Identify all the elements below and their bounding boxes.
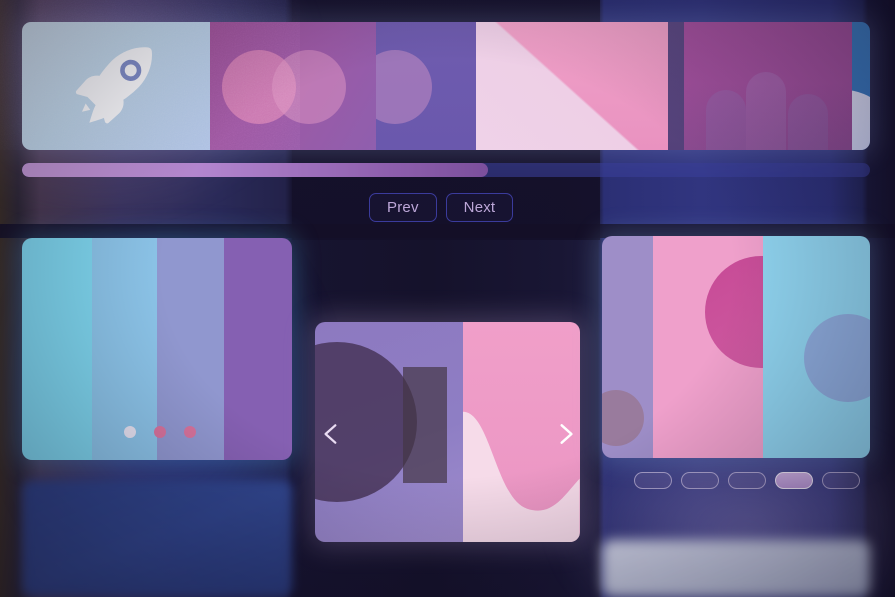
pagination-pill-active[interactable] — [775, 472, 813, 489]
circle-shape — [272, 50, 346, 124]
wave-shape — [463, 411, 580, 542]
featured-panel-strip[interactable] — [22, 22, 870, 150]
triptych-panel-purple — [602, 236, 653, 458]
panel-shading — [684, 83, 852, 150]
panel-two-circles[interactable] — [210, 22, 376, 150]
loading-card-light — [602, 540, 870, 597]
loading-card-blue — [22, 480, 292, 597]
circle-shape — [602, 390, 644, 446]
app-stage: Prev Next — [0, 0, 895, 597]
rocket-icon — [75, 47, 152, 124]
moon-icon — [852, 90, 870, 150]
progress-bar-track[interactable] — [22, 163, 870, 177]
triptych-card[interactable] — [602, 236, 870, 458]
panel-arches[interactable] — [684, 22, 852, 150]
pagination-pill[interactable] — [728, 472, 766, 489]
carousel-dot[interactable] — [184, 426, 196, 438]
triptych-panel-pink — [652, 236, 763, 458]
circle-shape — [704, 256, 763, 368]
panel-diagonal-split[interactable] — [476, 22, 668, 150]
panel-circle[interactable] — [376, 22, 476, 150]
circle-shape — [376, 50, 432, 124]
circle-shape — [804, 314, 870, 402]
next-button[interactable]: Next — [445, 193, 514, 222]
stripe-segment — [224, 238, 292, 460]
pagination-pills — [634, 472, 860, 489]
rectangle-shape — [403, 367, 447, 483]
prev-button[interactable]: Prev — [369, 193, 437, 222]
carousel-dot[interactable] — [154, 426, 166, 438]
chevron-right-icon[interactable] — [553, 421, 579, 447]
chevron-left-icon[interactable] — [318, 421, 344, 447]
progress-bar-fill — [22, 163, 489, 177]
triptych-panel-cyan — [762, 236, 870, 458]
carousel-nav-buttons: Prev Next — [369, 193, 514, 222]
panel-rocket[interactable] — [22, 22, 210, 150]
carousel-card[interactable] — [315, 322, 580, 542]
stripe-segment — [22, 238, 93, 460]
pagination-pill[interactable] — [681, 472, 719, 489]
carousel-dot-active[interactable] — [124, 426, 136, 438]
pagination-pill[interactable] — [634, 472, 672, 489]
pagination-pill[interactable] — [822, 472, 860, 489]
carousel-dots — [124, 426, 196, 438]
panel-moon[interactable] — [852, 22, 870, 150]
panel-divider — [668, 22, 684, 150]
